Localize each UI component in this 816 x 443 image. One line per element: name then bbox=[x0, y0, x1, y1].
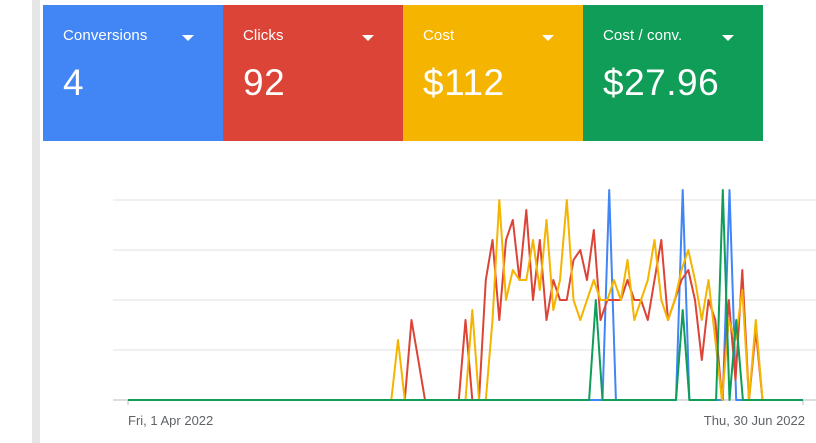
series-line-3 bbox=[128, 189, 803, 401]
x-axis-start-label: Fri, 1 Apr 2022 bbox=[128, 413, 213, 428]
performance-line-chart: Fri, 1 Apr 2022 Thu, 30 Jun 2022 bbox=[113, 189, 816, 428]
series-line-0 bbox=[128, 189, 803, 401]
series-lines bbox=[128, 189, 803, 401]
x-axis-end-label: Thu, 30 Jun 2022 bbox=[704, 413, 805, 428]
series-line-1 bbox=[128, 209, 803, 401]
